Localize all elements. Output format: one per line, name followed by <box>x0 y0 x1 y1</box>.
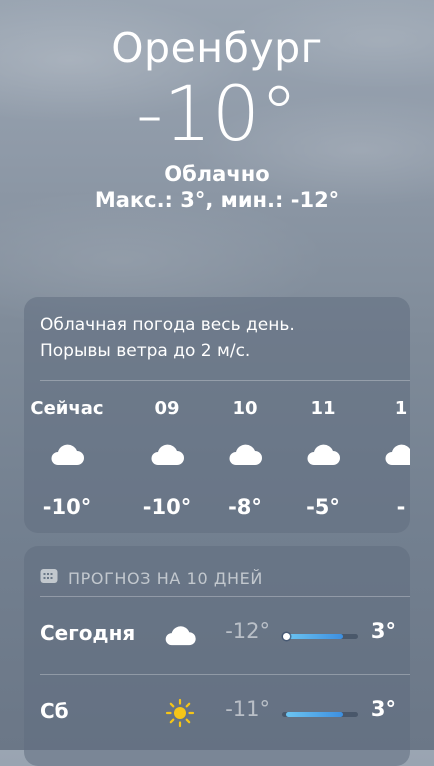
hour-item: 11 -5° <box>283 381 363 519</box>
hour-temperature: -10° <box>42 495 92 519</box>
hour-label: 1 <box>394 398 408 419</box>
cloud-icon <box>127 441 207 481</box>
low-temperature: -11° <box>225 697 270 721</box>
hour-temperature: - <box>396 495 406 519</box>
high-low-text: Макс.: 3°, мин.: -12° <box>94 188 340 212</box>
temperature-range-bar <box>282 633 358 640</box>
hour-temperature: -5° <box>306 495 340 519</box>
ten-day-title: ПРОГНОЗ НА 10 ДНЕЙ <box>68 568 263 588</box>
temperature-range-fill <box>285 712 343 717</box>
temperature-range-bar <box>282 712 358 717</box>
high-temperature: 3° <box>370 697 396 721</box>
day-row[interactable]: Сегодня -12° 3° <box>24 597 410 674</box>
cloud-icon <box>361 441 410 481</box>
day-name: Сб <box>40 699 69 723</box>
summary-line: Облачная погода весь день. <box>40 315 295 335</box>
ten-day-header: ПРОГНОЗ НА 10 ДНЕЙ <box>24 546 410 596</box>
low-temperature: -12° <box>225 619 270 643</box>
hour-item: 1 - <box>361 381 410 519</box>
current-temperature-marker <box>282 633 290 640</box>
cloud-icon <box>162 619 198 651</box>
sun-icon <box>162 697 198 729</box>
cloud-icon <box>205 441 285 481</box>
calendar-icon <box>40 568 58 588</box>
hour-label: 10 <box>232 398 258 419</box>
hourly-forecast-card[interactable]: Облачная погода весь день. Порывы ветра … <box>24 297 410 533</box>
hour-item: 09 -10° <box>127 381 207 519</box>
high-temperature: 3° <box>370 619 396 643</box>
hour-temperature: -10° <box>142 495 192 519</box>
city-name: Оренбург <box>111 24 323 72</box>
current-weather: Оренбург -10° Облачно Макс.: 3°, мин.: -… <box>0 22 434 214</box>
hour-label: Сейчас <box>30 398 104 419</box>
forecast-summary: Облачная погода весь день. Порывы ветра … <box>24 297 410 380</box>
hourly-scroll-row[interactable]: Сейчас -10° 09 -10° 10 -8° 11 -5° 1 - <box>24 381 410 531</box>
cloud-icon <box>283 441 363 481</box>
ten-day-forecast-card[interactable]: ПРОГНОЗ НА 10 ДНЕЙ Сегодня -12° 3° Сб -1… <box>24 546 410 766</box>
hour-label: 09 <box>154 398 180 419</box>
condition-text: Облачно <box>164 162 270 186</box>
day-name: Сегодня <box>40 621 136 645</box>
hour-label: 11 <box>310 398 336 419</box>
hour-temperature: -8° <box>228 495 262 519</box>
hour-item: 10 -8° <box>205 381 285 519</box>
current-temperature: -10° <box>135 69 299 158</box>
summary-line: Порывы ветра до 2 м/с. <box>40 341 251 361</box>
cloud-icon <box>27 441 107 481</box>
hour-item: Сейчас -10° <box>27 381 107 519</box>
day-row[interactable]: Сб -11° 3° <box>24 675 410 752</box>
temperature-range-fill <box>285 634 343 639</box>
